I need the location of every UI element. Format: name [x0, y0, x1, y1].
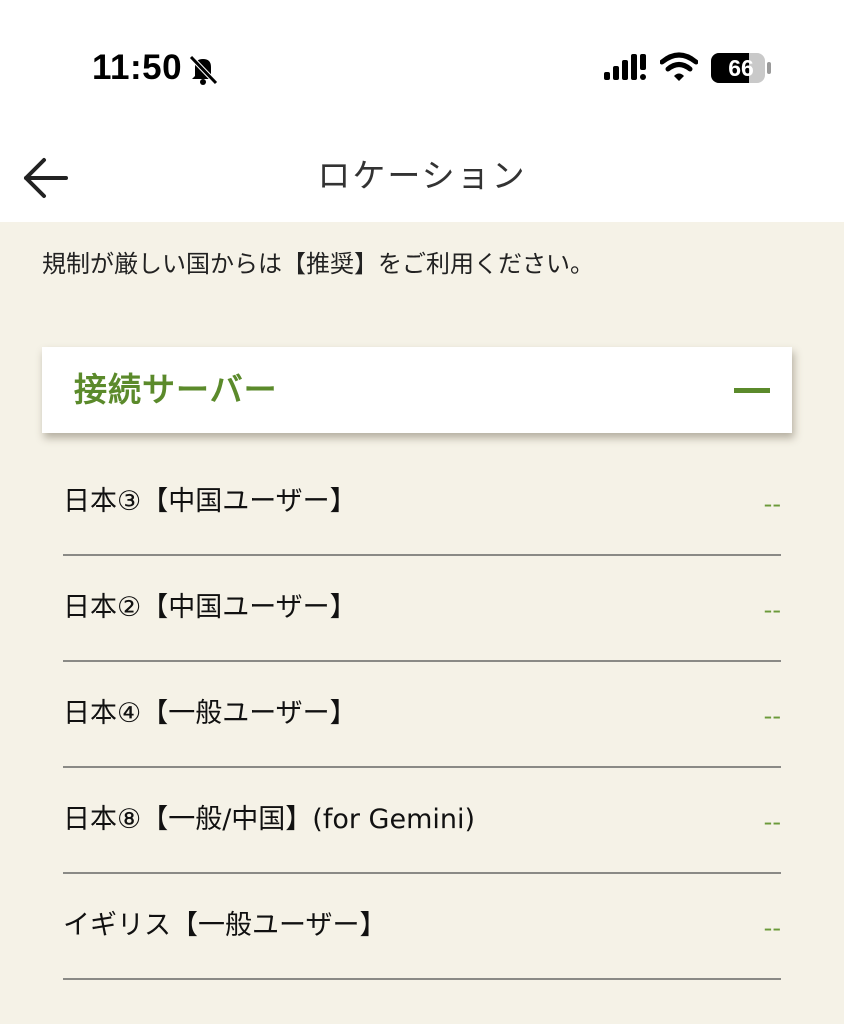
- bell-slash-icon: [189, 55, 218, 85]
- screen: 11:50 66 ロケーション 規制が厳しい国からは【推奨】をご利用ください。 …: [0, 0, 844, 1024]
- page-title: ロケーション: [317, 156, 527, 195]
- server-ping: --: [763, 914, 781, 942]
- server-name: 日本②【中国ユーザー】: [63, 592, 357, 623]
- server-row[interactable]: 日本⑧【一般/中国】(for Gemini) --: [63, 768, 781, 874]
- server-section-header[interactable]: 接続サーバー: [42, 347, 792, 433]
- server-name: 日本③【中国ユーザー】: [63, 486, 357, 517]
- server-ping: --: [763, 596, 781, 624]
- server-ping: --: [763, 702, 781, 730]
- server-ping: --: [763, 808, 781, 836]
- server-row[interactable]: イギリス【一般ユーザー】 --: [63, 874, 781, 980]
- battery-level: 66: [728, 55, 754, 81]
- server-name: 日本④【一般ユーザー】: [63, 698, 357, 729]
- server-name: 日本⑧【一般/中国】(for Gemini): [63, 804, 476, 835]
- status-time: 11:50: [92, 48, 183, 87]
- wifi-icon: [660, 52, 698, 81]
- signal-icon: [604, 54, 646, 80]
- server-row[interactable]: 日本②【中国ユーザー】 --: [63, 556, 781, 662]
- server-list: 日本③【中国ユーザー】 -- 日本②【中国ユーザー】 -- 日本④【一般ユーザー…: [63, 450, 781, 980]
- server-row[interactable]: 日本③【中国ユーザー】 --: [63, 450, 781, 556]
- server-name: イギリス【一般ユーザー】: [63, 910, 387, 941]
- notice-text: 規制が厳しい国からは【推奨】をご利用ください。: [42, 250, 594, 278]
- section-title: 接続サーバー: [74, 370, 278, 409]
- server-row[interactable]: 日本④【一般ユーザー】 --: [63, 662, 781, 768]
- minus-icon[interactable]: [734, 388, 770, 393]
- server-ping: --: [763, 490, 781, 518]
